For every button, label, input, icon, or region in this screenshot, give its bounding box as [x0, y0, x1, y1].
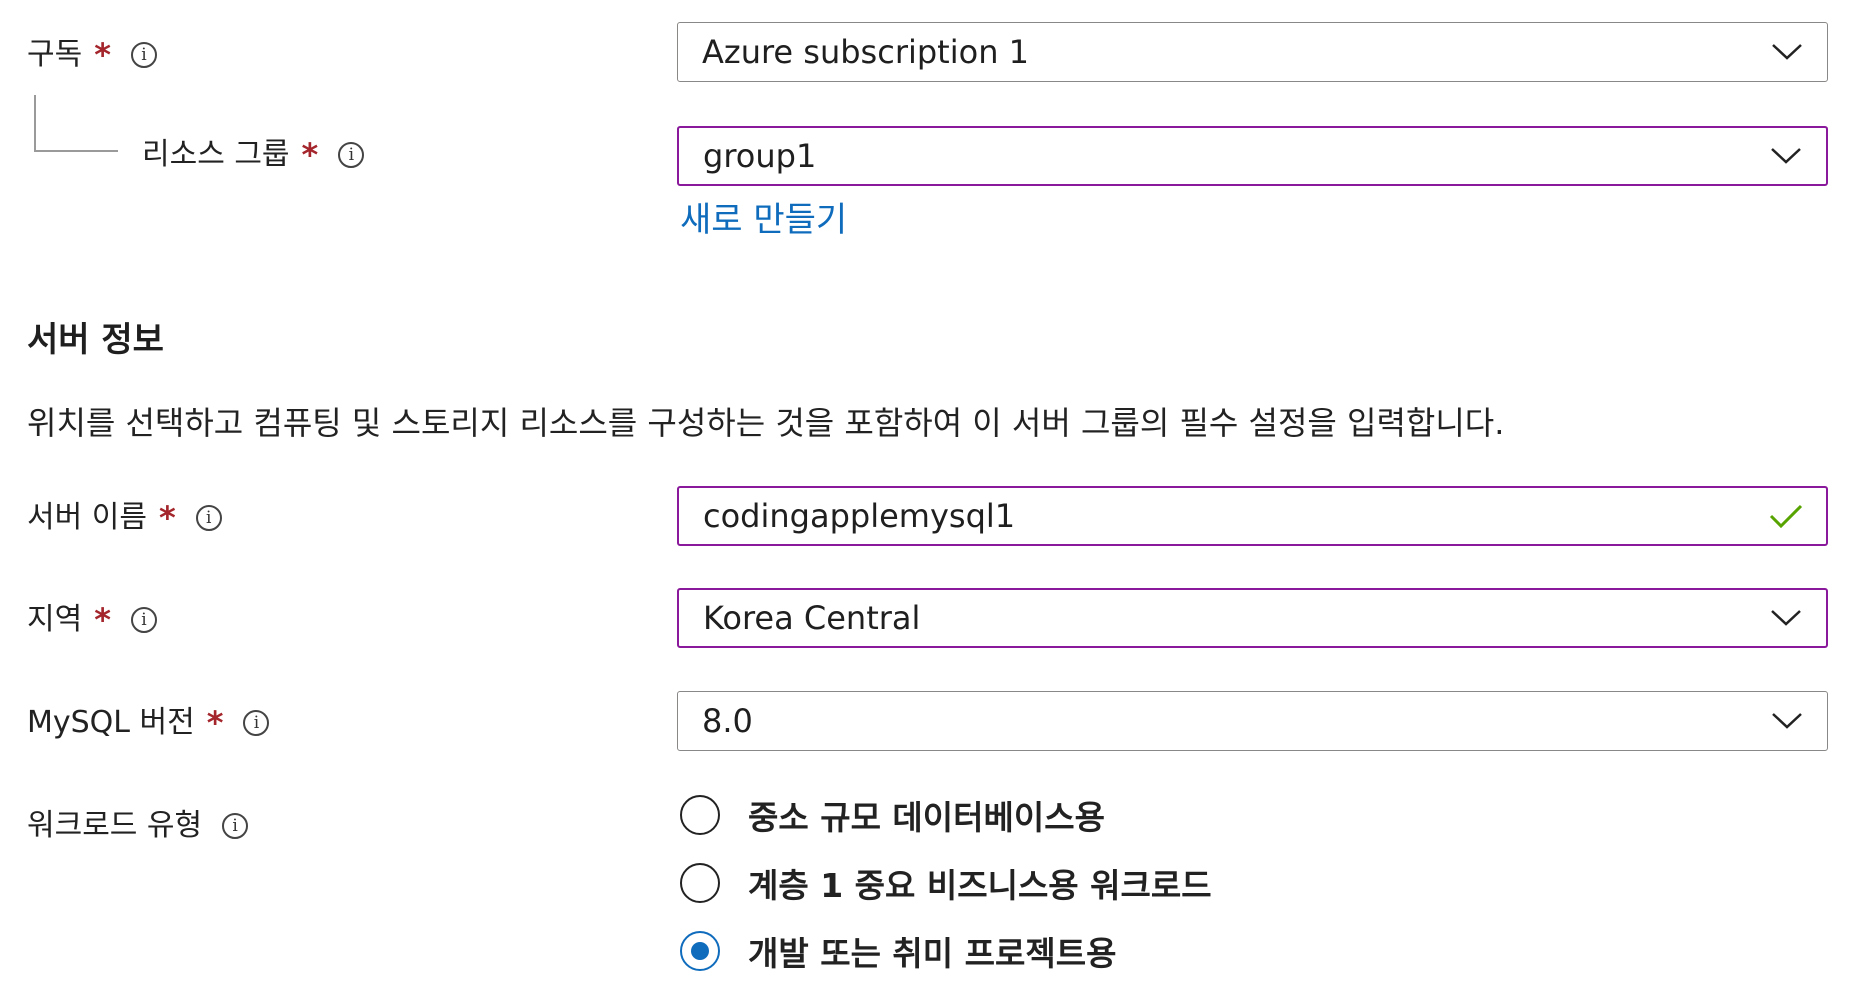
tree-connector-horizontal	[34, 150, 118, 152]
section-title: 서버 정보	[27, 320, 164, 360]
subscription-value: Azure subscription 1	[702, 33, 1029, 71]
radio-label: 계층 1 중요 비즈니스용 워크로드	[748, 866, 1212, 905]
subscription-dropdown[interactable]: Azure subscription 1	[677, 22, 1828, 82]
info-icon[interactable]: i	[338, 142, 365, 168]
chevron-down-icon	[1768, 144, 1804, 168]
required-asterisk: *	[301, 136, 319, 174]
region-label: 지역	[27, 602, 83, 637]
required-asterisk: *	[158, 499, 176, 537]
mysql-version-label: MySQL 버전	[27, 705, 195, 740]
chevron-down-icon	[1768, 606, 1804, 630]
mysql-version-label-row: MySQL 버전 * i	[27, 703, 270, 743]
subscription-label-row: 구독 * i	[27, 35, 157, 75]
server-name-label: 서버 이름	[27, 500, 147, 535]
workload-option-small-medium[interactable]: 중소 규모 데이터베이스용	[680, 790, 1105, 840]
radio-label: 중소 규모 데이터베이스용	[748, 798, 1105, 837]
section-description: 위치를 선택하고 컴퓨팅 및 스토리지 리소스를 구성하는 것을 포함하여 이 …	[27, 404, 1505, 442]
create-new-resource-group-link[interactable]: 새로 만들기	[680, 192, 847, 241]
info-icon[interactable]: i	[195, 505, 222, 531]
info-icon[interactable]: i	[130, 42, 157, 68]
region-value: Korea Central	[703, 599, 921, 637]
server-name-input[interactable]: codingapplemysql1	[677, 486, 1828, 546]
tree-connector-vertical	[34, 95, 36, 151]
workload-option-dev-hobby[interactable]: 개발 또는 취미 프로젝트용	[680, 926, 1116, 976]
resource-group-value: group1	[703, 137, 817, 175]
info-icon[interactable]: i	[243, 710, 270, 736]
radio-selected-dot	[691, 942, 709, 960]
server-name-value: codingapplemysql1	[703, 497, 1016, 535]
resource-group-dropdown[interactable]: group1	[677, 126, 1828, 186]
info-icon[interactable]: i	[130, 607, 157, 633]
region-label-row: 지역 * i	[27, 600, 157, 640]
resource-group-label-row: 리소스 그룹 * i	[142, 135, 365, 175]
required-asterisk: *	[94, 601, 111, 639]
checkmark-icon	[1768, 504, 1804, 529]
workload-type-label: 워크로드 유형	[27, 808, 203, 843]
info-icon[interactable]: i	[222, 813, 249, 839]
required-asterisk: *	[94, 36, 111, 74]
region-dropdown[interactable]: Korea Central	[677, 588, 1828, 648]
resource-group-label: 리소스 그룹	[142, 137, 290, 172]
chevron-down-icon	[1769, 40, 1805, 64]
radio-label: 개발 또는 취미 프로젝트용	[748, 934, 1117, 973]
subscription-label: 구독	[27, 37, 83, 72]
workload-type-label-row: 워크로드 유형 i	[27, 806, 249, 846]
server-name-label-row: 서버 이름 * i	[27, 498, 222, 538]
radio-button[interactable]	[680, 863, 720, 903]
chevron-down-icon	[1769, 709, 1805, 733]
radio-button-checked[interactable]	[680, 931, 720, 971]
radio-button[interactable]	[680, 795, 720, 835]
required-asterisk: *	[206, 704, 224, 742]
workload-option-tier1-critical[interactable]: 계층 1 중요 비즈니스용 워크로드	[680, 858, 1212, 908]
mysql-version-value: 8.0	[702, 702, 753, 740]
mysql-version-dropdown[interactable]: 8.0	[677, 691, 1828, 751]
